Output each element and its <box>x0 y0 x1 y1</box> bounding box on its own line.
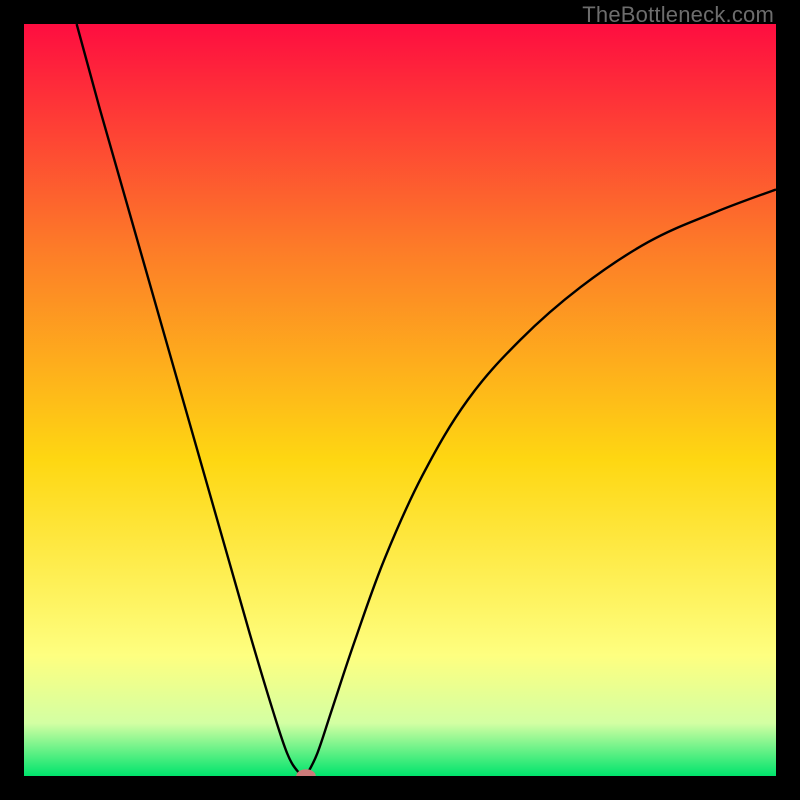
bottleneck-chart <box>24 24 776 776</box>
chart-frame <box>24 24 776 776</box>
gradient-background <box>24 24 776 776</box>
